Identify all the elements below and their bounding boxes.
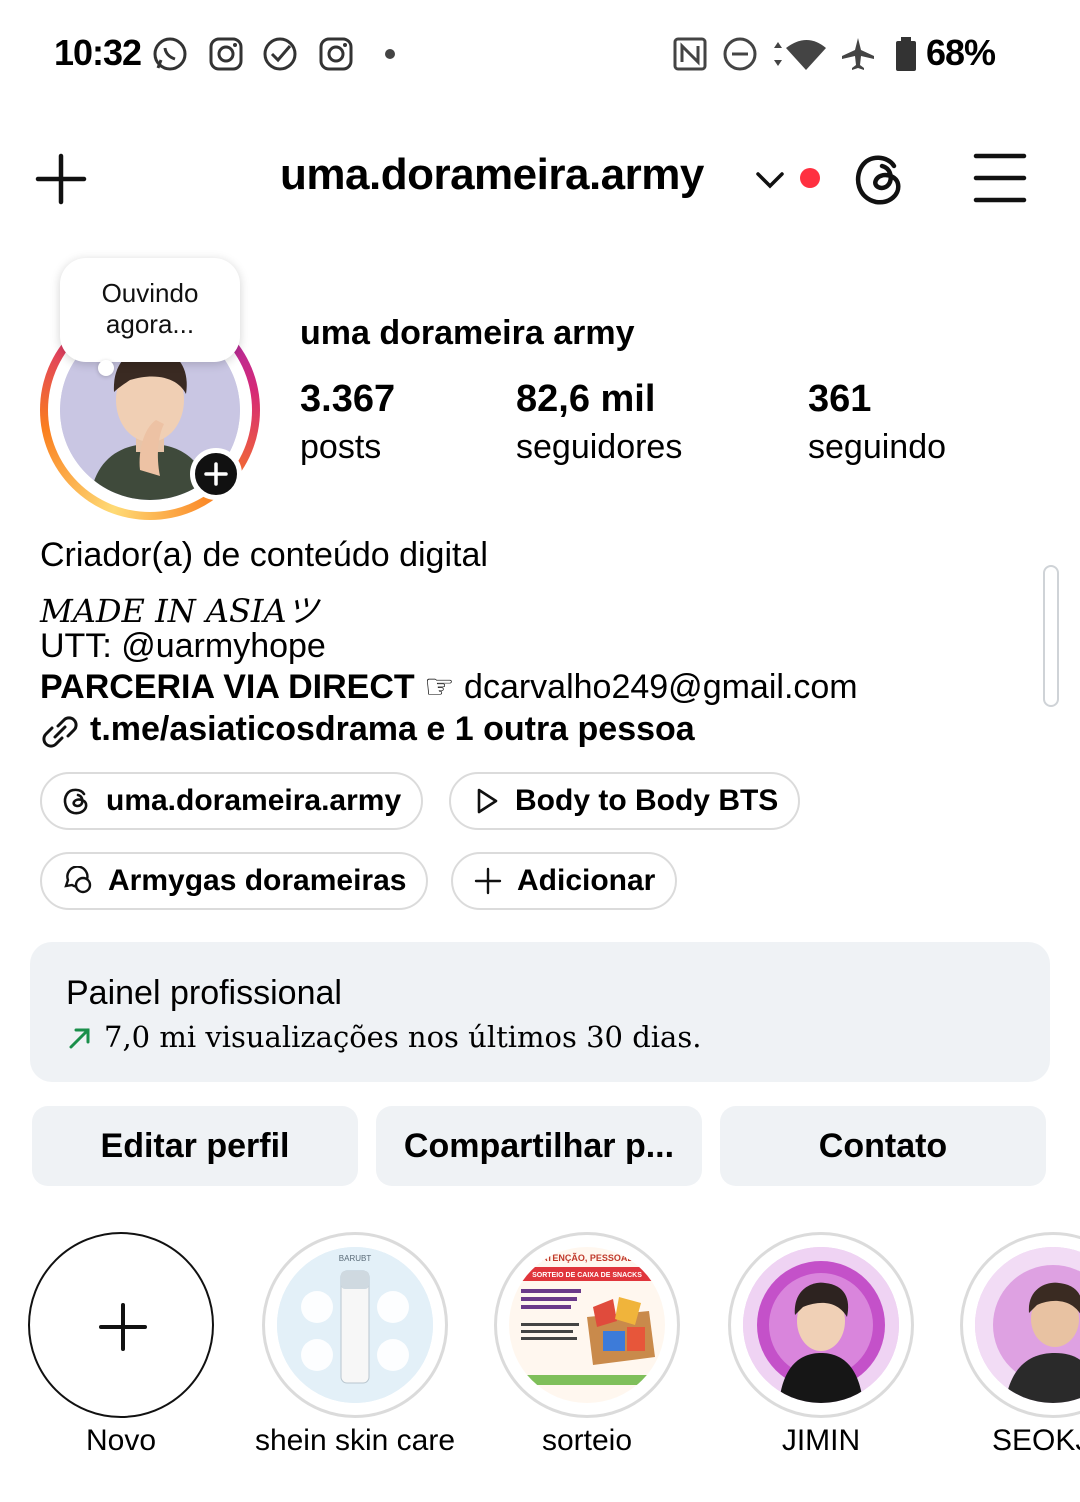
highlight-label: Novo xyxy=(85,1424,157,1457)
note-tail xyxy=(98,360,114,376)
chip-label: Adicionar xyxy=(517,864,656,897)
wifi-icon xyxy=(774,40,826,70)
sorteio-top-text: ATENÇÃO, PESSOAL xyxy=(541,1253,633,1263)
chat-icon xyxy=(64,866,92,894)
dashboard-subtitle: 7,0 mi visualizações nos últimos 30 dias… xyxy=(104,1020,702,1054)
profile-username[interactable]: uma.dorameira.army xyxy=(280,150,704,200)
chip-body-to-body[interactable]: Body to Body BTS xyxy=(449,772,801,830)
chip-add[interactable]: Adicionar xyxy=(451,852,678,910)
highlight-sorteio[interactable]: ATENÇÃO, PESSOAL SORTEIO DE CAIXA DE SNA… xyxy=(494,1232,680,1418)
display-name: uma dorameira army xyxy=(300,314,635,352)
posts-label[interactable]: posts xyxy=(300,428,381,467)
posts-count[interactable]: 3.367 xyxy=(300,378,395,421)
chip-label: uma.dorameira.army xyxy=(106,784,402,817)
followers-count[interactable]: 82,6 mil xyxy=(516,378,655,421)
bio-link[interactable]: t.me/asiaticosdrama e 1 outra pessoa xyxy=(90,710,695,749)
note-text-line2: agora... xyxy=(105,309,195,339)
menu-icon[interactable] xyxy=(972,152,1028,204)
note-text-line1: Ouvindo xyxy=(101,278,199,308)
highlight-label: shein skin care xyxy=(254,1424,456,1457)
chip-channel[interactable]: Armygas dorameiras xyxy=(40,852,429,910)
following-label[interactable]: seguindo xyxy=(808,428,946,467)
share-profile-button[interactable]: Compartilhar p... xyxy=(376,1106,702,1186)
sorteio-header-text: SORTEIO DE CAIXA DE SNACKS xyxy=(532,1272,642,1279)
highlight-label: SEOKJIN xyxy=(992,1424,1080,1457)
battery-percentage: 68% xyxy=(926,32,996,73)
instagram-icon xyxy=(209,37,243,71)
link-icon xyxy=(42,716,78,748)
contact-button[interactable]: Contato xyxy=(720,1106,1046,1186)
chip-label: Armygas dorameiras xyxy=(108,864,407,897)
followers-label[interactable]: seguidores xyxy=(516,428,682,467)
threads-icon xyxy=(63,788,88,815)
check-circle-icon xyxy=(263,37,297,71)
highlight-shein-skin-care[interactable]: BARUBT xyxy=(262,1232,448,1418)
plus-icon xyxy=(99,1303,147,1351)
airplane-icon xyxy=(842,38,874,70)
bio-partnership-email: ☞ dcarvalho249@gmail.com xyxy=(424,668,858,706)
whatsapp-icon xyxy=(153,37,187,71)
highlight-jimin[interactable] xyxy=(728,1232,914,1418)
chip-label: Body to Body BTS xyxy=(515,784,779,817)
battery-icon xyxy=(896,37,916,71)
skin-care-brand-text: BARUBT xyxy=(339,1254,372,1263)
add-story-button[interactable] xyxy=(190,448,242,500)
plus-icon[interactable] xyxy=(34,152,88,206)
bio-line-partnership: PARCERIA VIA DIRECT ☞ dcarvalho249@gmail… xyxy=(40,667,858,707)
following-count[interactable]: 361 xyxy=(808,378,871,421)
notification-dot xyxy=(800,168,820,188)
highlight-label: sorteio xyxy=(541,1424,633,1457)
trend-up-icon xyxy=(69,1028,90,1049)
status-time: 10:32 xyxy=(54,32,142,73)
dot-icon xyxy=(385,49,395,59)
do-not-disturb-icon xyxy=(723,37,757,71)
new-highlight-button[interactable] xyxy=(28,1232,214,1418)
scrollbar[interactable] xyxy=(1043,565,1059,707)
bio-partnership-label: PARCERIA VIA DIRECT xyxy=(40,668,415,706)
nfc-icon xyxy=(673,37,707,71)
dashboard-title: Painel profissional xyxy=(66,974,342,1012)
plus-icon xyxy=(474,867,502,895)
threads-icon[interactable] xyxy=(852,150,908,208)
edit-profile-button[interactable]: Editar perfil xyxy=(32,1106,358,1186)
note-bubble[interactable]: Ouvindo agora... xyxy=(60,258,240,362)
chip-threads-profile[interactable]: uma.dorameira.army xyxy=(40,772,424,830)
highlight-seokjin[interactable] xyxy=(960,1232,1080,1418)
bio-line-made-in-asia: 𝑀𝐴𝐷𝐸 𝐼𝑁 𝐴𝑆𝐼𝐴ツ xyxy=(40,592,319,630)
highlight-label: JIMIN xyxy=(781,1424,861,1457)
bio-category: Criador(a) de conteúdo digital xyxy=(40,536,488,574)
chevron-down-icon[interactable] xyxy=(754,168,786,192)
play-icon xyxy=(477,788,498,814)
instagram-icon xyxy=(319,37,353,71)
bio-line-utt: UTT: @uarmyhope xyxy=(40,627,326,665)
